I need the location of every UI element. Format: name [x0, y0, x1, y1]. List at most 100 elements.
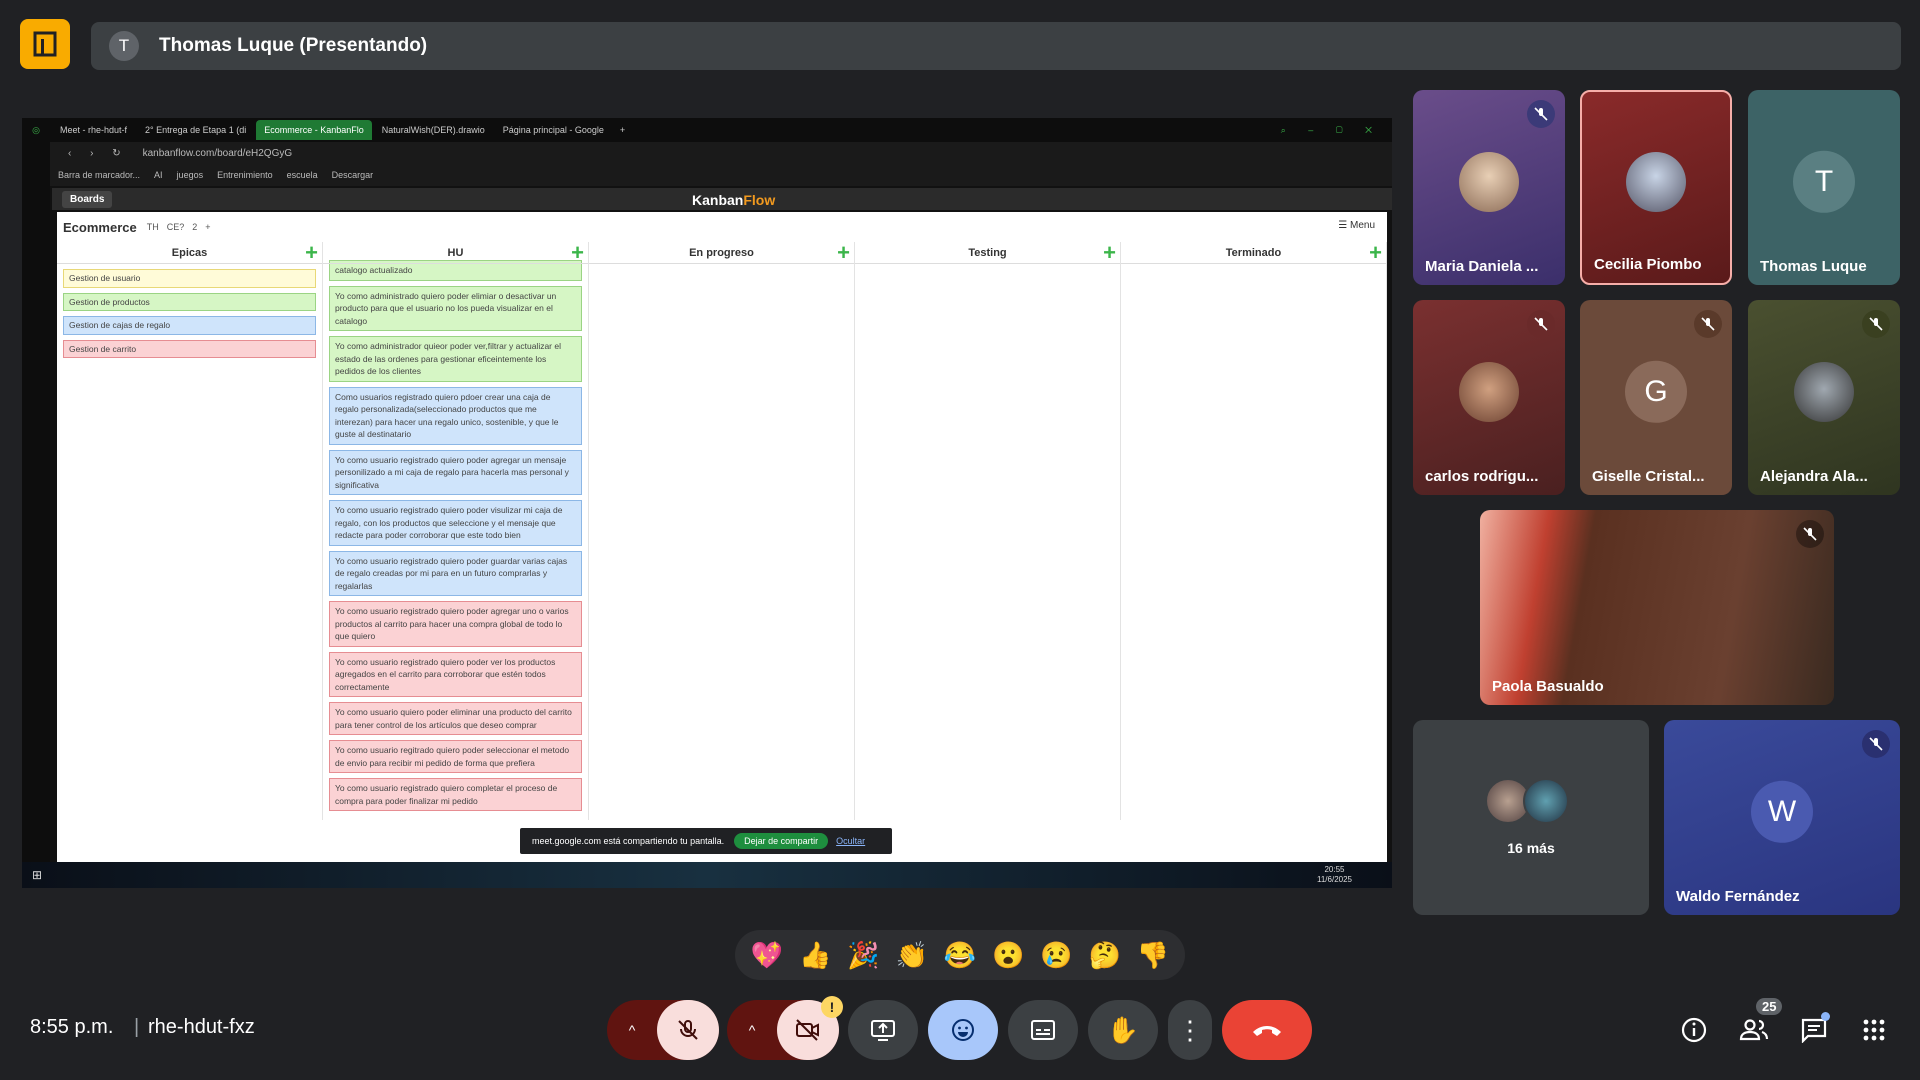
- kanbanflow-logo: KanbanFlow: [692, 192, 776, 208]
- task-card[interactable]: Gestion de carrito: [63, 339, 316, 358]
- member-count[interactable]: 2: [192, 222, 197, 232]
- bookmark-item[interactable]: Descargar: [332, 170, 374, 180]
- camera-off-icon: [796, 1019, 819, 1041]
- people-button[interactable]: 25: [1736, 998, 1783, 1048]
- windows-start-icon[interactable]: ⊞: [32, 868, 42, 882]
- column-header: En progreso +: [589, 240, 854, 266]
- raise-hand-button[interactable]: ✋: [1088, 1000, 1158, 1060]
- meet-presentation-icon: [20, 19, 70, 69]
- participant-tile[interactable]: W Waldo Fernández: [1664, 720, 1900, 915]
- add-task-icon[interactable]: +: [1369, 240, 1382, 266]
- participant-tile[interactable]: Alejandra Ala...: [1748, 300, 1900, 495]
- stop-sharing-button[interactable]: Dejar de compartir: [734, 833, 829, 849]
- reaction-emoji-button[interactable]: 💖: [751, 940, 783, 971]
- kanban-column: Terminado +: [1121, 240, 1387, 820]
- task-card[interactable]: Yo como usuario registrado quiero poder …: [329, 500, 582, 546]
- participant-video-tile[interactable]: Paola Basualdo: [1480, 510, 1834, 705]
- task-card[interactable]: Gestion de cajas de regalo: [63, 316, 316, 335]
- add-task-icon[interactable]: +: [305, 240, 318, 266]
- chat-unread-dot: [1821, 1012, 1830, 1021]
- bookmark-item[interactable]: Entrenimiento: [217, 170, 273, 180]
- browser-tab[interactable]: NaturalWish(DER).drawio: [374, 120, 493, 140]
- reaction-emoji-button[interactable]: 😢: [1040, 940, 1072, 971]
- bookmark-item[interactable]: Barra de marcador...: [58, 170, 140, 180]
- end-call-icon: [1253, 1026, 1281, 1036]
- hide-banner-link[interactable]: Ocultar: [836, 836, 865, 846]
- participant-tile[interactable]: Maria Daniela ...: [1413, 90, 1565, 285]
- board-menu-button[interactable]: ☰ Menu: [1338, 220, 1375, 231]
- window-controls[interactable]: ⌕ – ▢ ✕: [1281, 125, 1382, 136]
- reaction-emoji-button[interactable]: 👏: [896, 940, 928, 971]
- reaction-emoji-button[interactable]: 👍: [799, 940, 831, 971]
- screen-share-banner: meet.google.com está compartiendo tu pan…: [520, 828, 892, 854]
- add-task-icon[interactable]: +: [571, 240, 584, 266]
- task-card[interactable]: Yo como usuario registrado quiero poder …: [329, 651, 582, 697]
- task-card[interactable]: Yo como usuario quiero poder eliminar un…: [329, 702, 582, 735]
- new-tab-icon[interactable]: +: [620, 125, 625, 135]
- mic-off-icon: [1862, 310, 1890, 338]
- column-title: HU: [447, 246, 464, 259]
- kanban-column: Testing +: [855, 240, 1121, 820]
- participant-avatar: G: [1625, 360, 1687, 423]
- captions-icon: [1031, 1020, 1055, 1040]
- more-participants-label: 16 más: [1507, 840, 1555, 856]
- participant-tile-speaking[interactable]: Cecilia Piombo: [1580, 90, 1732, 285]
- column-title: Terminado: [1225, 246, 1282, 259]
- present-screen-button[interactable]: [848, 1000, 918, 1060]
- member-chip[interactable]: CE?: [167, 222, 185, 232]
- shared-screen: ◎ Meet - rhe-hdut-f 2° Entrega de Etapa …: [22, 118, 1392, 888]
- participant-avatar: [1523, 778, 1569, 824]
- task-card[interactable]: Yo como administrado quiero poder elimia…: [329, 285, 582, 331]
- participant-tile[interactable]: carlos rodrigu...: [1413, 300, 1565, 495]
- browser-tab-active[interactable]: Ecommerce - KanbanFlo: [256, 120, 372, 140]
- emoji-icon: [952, 1019, 974, 1041]
- participant-avatar: [1626, 151, 1686, 212]
- reactions-button[interactable]: [928, 1000, 998, 1060]
- mic-off-icon: [1796, 520, 1824, 548]
- browser-tab[interactable]: 2° Entrega de Etapa 1 (di: [137, 120, 254, 140]
- bookmark-item[interactable]: juegos: [177, 170, 204, 180]
- task-card[interactable]: Yo como usuario registrado quiero poder …: [329, 449, 582, 495]
- reaction-emoji-button[interactable]: 🤔: [1088, 940, 1120, 971]
- browser-tab[interactable]: Página principal - Google: [495, 120, 612, 140]
- task-card[interactable]: Yo como usuario regitrado quiero poder s…: [329, 740, 582, 773]
- participant-tile[interactable]: G Giselle Cristal...: [1580, 300, 1732, 495]
- add-member-button[interactable]: +: [205, 222, 210, 232]
- captions-button[interactable]: [1008, 1000, 1078, 1060]
- address-bar[interactable]: ‹ › ↻ kanbanflow.com/board/eH2QGyG: [50, 142, 1392, 164]
- more-participants-tile[interactable]: 16 más: [1413, 720, 1649, 915]
- reaction-emoji-button[interactable]: 👎: [1137, 940, 1169, 971]
- bookmark-item[interactable]: escuela: [287, 170, 318, 180]
- activities-button[interactable]: [1856, 1012, 1892, 1048]
- present-screen-icon: [871, 1020, 895, 1041]
- task-card[interactable]: Yo como administrador quieor poder ver,f…: [329, 336, 582, 382]
- bookmark-item[interactable]: AI: [154, 170, 163, 180]
- participant-count-badge: 25: [1756, 998, 1783, 1015]
- browser-tab-strip: ◎ Meet - rhe-hdut-f 2° Entrega de Etapa …: [22, 118, 1392, 142]
- reaction-emoji-button[interactable]: 😮: [992, 940, 1024, 971]
- add-task-icon[interactable]: +: [1103, 240, 1116, 266]
- meeting-details-button[interactable]: [1676, 1012, 1712, 1048]
- kanban-column: HU + catalogo actualizado Yo como administr…: [323, 240, 589, 820]
- nav-icons[interactable]: ‹ › ↻: [68, 148, 129, 159]
- url-text[interactable]: kanbanflow.com/board/eH2QGyG: [143, 148, 293, 159]
- reaction-emoji-button[interactable]: 🎉: [847, 940, 879, 971]
- task-card[interactable]: Yo como usuario registrado quiero poder …: [329, 601, 582, 647]
- task-card[interactable]: Gestion de usuario: [63, 269, 316, 288]
- chat-button[interactable]: [1796, 1012, 1832, 1048]
- task-card[interactable]: Como usuarios registrado quiero pdoer cr…: [329, 386, 582, 445]
- task-card[interactable]: Yo como usuario registrado quiero comple…: [329, 778, 582, 811]
- video-options-chevron-icon[interactable]: ^: [727, 1022, 777, 1038]
- participant-tile[interactable]: T Thomas Luque: [1748, 90, 1900, 285]
- browser-tab[interactable]: Meet - rhe-hdut-f: [52, 120, 135, 140]
- member-chip[interactable]: TH: [147, 222, 159, 232]
- boards-button[interactable]: Boards: [62, 190, 113, 208]
- mic-toggle-button[interactable]: [657, 1000, 719, 1060]
- add-task-icon[interactable]: +: [837, 240, 850, 266]
- audio-options-chevron-icon[interactable]: ^: [607, 1022, 657, 1038]
- reaction-emoji-button[interactable]: 😂: [944, 940, 976, 971]
- leave-call-button[interactable]: [1222, 1000, 1312, 1060]
- task-card[interactable]: Yo como usuario registrado quiero poder …: [329, 550, 582, 596]
- more-options-button[interactable]: ⋮: [1168, 1000, 1212, 1060]
- task-card[interactable]: Gestion de productos: [63, 292, 316, 311]
